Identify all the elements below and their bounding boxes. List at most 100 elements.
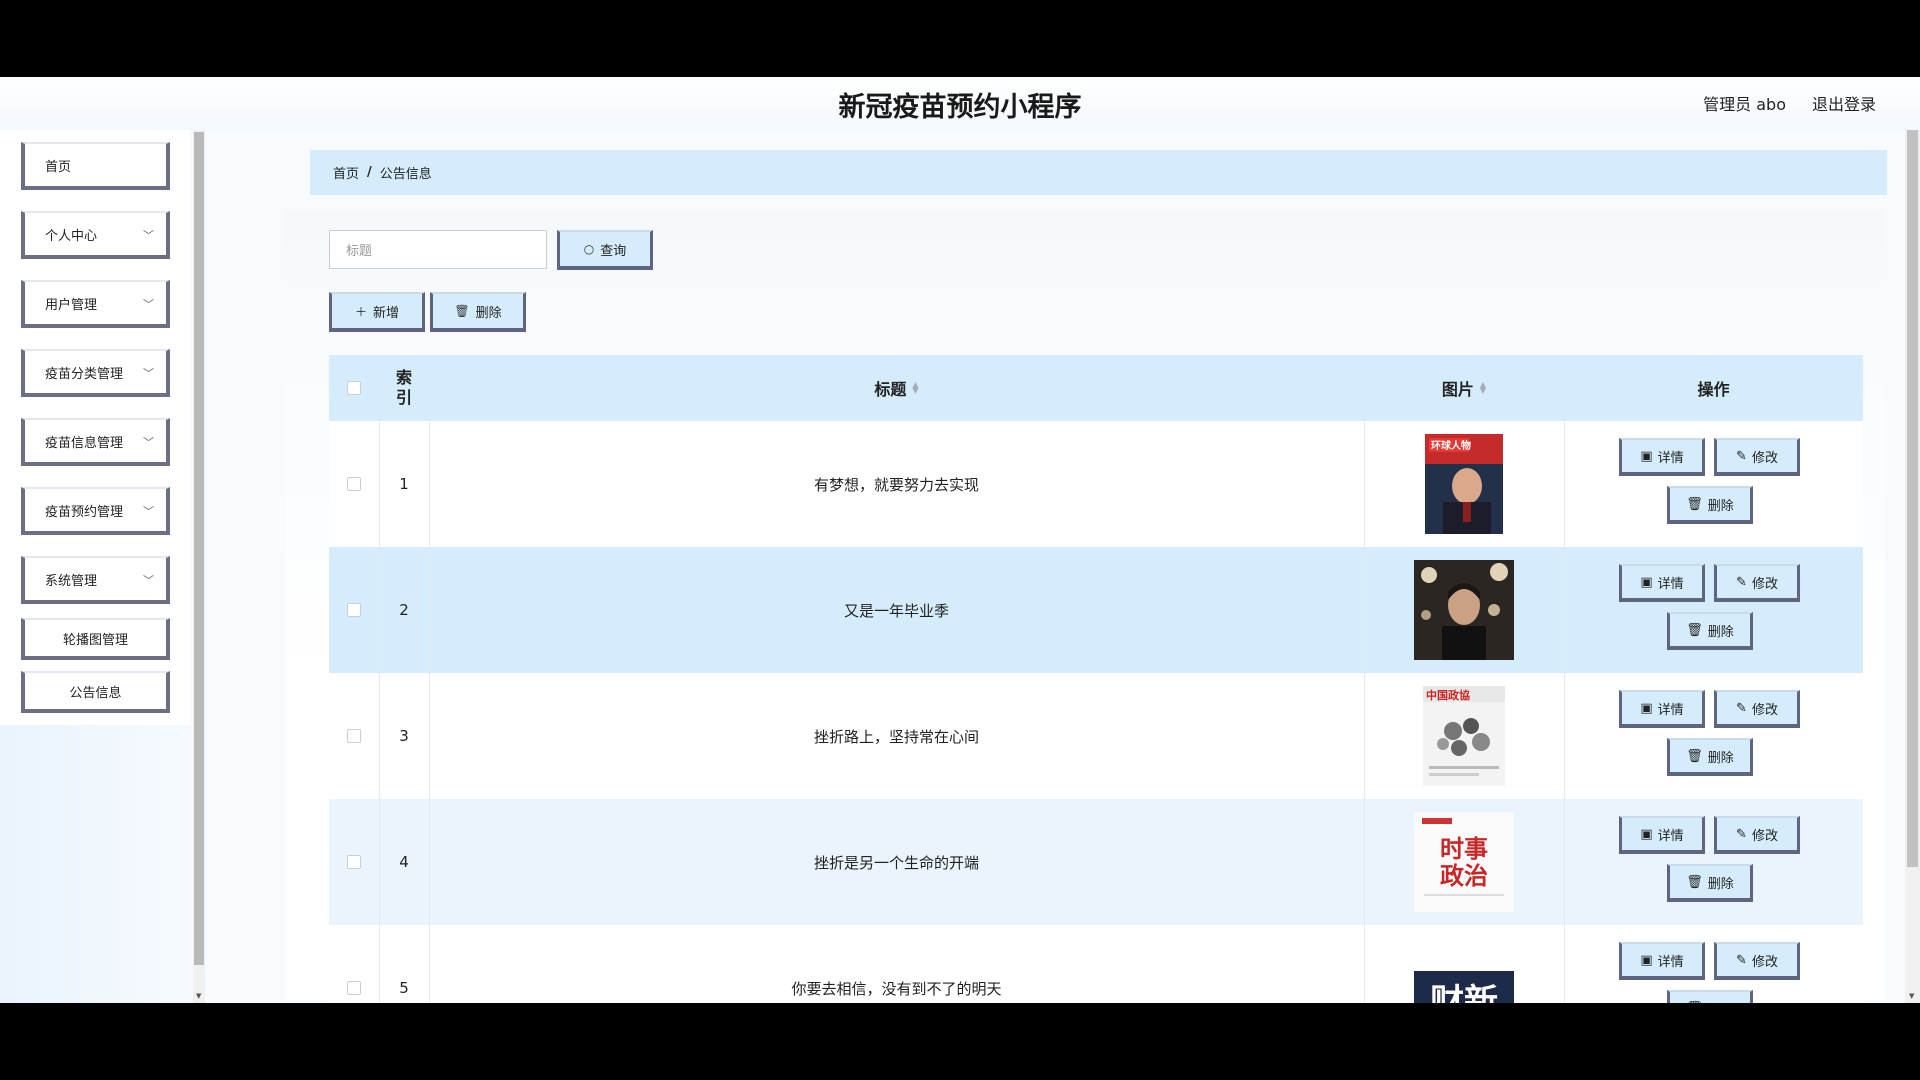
row-select[interactable] (329, 925, 379, 1003)
delete-button[interactable]: 🗑删除 (1667, 612, 1753, 650)
pencil-icon: ✎ (1736, 826, 1747, 842)
plus-icon: ＋ (354, 304, 367, 319)
row-index: 4 (399, 853, 409, 871)
row-select[interactable] (329, 547, 379, 673)
row-select[interactable] (329, 799, 379, 925)
sidebar-item-home[interactable]: 首页 (21, 142, 170, 190)
pencil-icon: ✎ (1736, 700, 1747, 716)
logout-link[interactable]: 退出登录 (1812, 91, 1876, 115)
header-image[interactable]: 图片 ▲ ▼ (1364, 355, 1564, 421)
scroll-down-arrow-icon[interactable]: ▼ (196, 992, 201, 1000)
document-icon: ▣ (1640, 952, 1653, 968)
delete-button[interactable]: 🗑删除 (1667, 486, 1753, 524)
edit-button[interactable]: ✎ 修改 (1714, 690, 1800, 728)
sidebar-item-vaccine-info[interactable]: 疫苗信息管理 ﹀ (21, 418, 170, 466)
row-image-cell: 环球人物 (1364, 421, 1564, 547)
main-scrollbar[interactable]: ▼ (1905, 130, 1920, 1003)
add-button[interactable]: ＋ 新增 (329, 292, 425, 332)
row-checkbox[interactable] (347, 603, 361, 617)
delete-label: 删除 (1707, 498, 1734, 514)
header-index-label: 索引 (395, 368, 412, 407)
edit-label: 修改 (1751, 954, 1778, 970)
row-actions: ▣详情✎修改 🗑删除 (1564, 547, 1863, 673)
document-icon: ▣ (1640, 700, 1653, 716)
row-title: 挫折路上，坚持常在心间 (813, 727, 979, 746)
user-area: 管理员 abo 退出登录 (1703, 91, 1876, 115)
delete-label: 删除 (1707, 876, 1734, 892)
delete-button[interactable]: 🗑删除 (1667, 990, 1753, 1003)
trash-icon: 🗑 (1686, 622, 1703, 638)
sidebar-scroll-thumb[interactable] (194, 132, 204, 965)
table-row: 1 有梦想，就要努力去实现 环球人物 ▣ 详情 ✎ 修改 🗑 删除 (329, 421, 1863, 547)
magazine-cover-image[interactable]: 时事政治 (1414, 812, 1514, 912)
row-title: 又是一年毕业季 (843, 601, 949, 620)
edit-button[interactable]: ✎ 修改 (1714, 564, 1800, 602)
sidebar-item-label: 用户管理 (45, 297, 98, 313)
edit-label: 修改 (1751, 828, 1778, 844)
header-title[interactable]: 标题 ▲ ▼ (429, 355, 1364, 421)
row-checkbox[interactable] (347, 729, 361, 743)
chevron-down-icon: ﹀ (143, 367, 154, 380)
search-input[interactable]: 标题 (329, 230, 547, 269)
cover-title-line2: 政治 (1440, 862, 1488, 890)
select-all-checkbox[interactable] (347, 381, 361, 395)
detail-button[interactable]: ▣ 详情 (1619, 816, 1705, 854)
document-icon: ▣ (1640, 448, 1653, 464)
detail-button[interactable]: ▣ 详情 (1619, 690, 1705, 728)
search-button[interactable]: ○ 查询 (557, 230, 653, 270)
row-select[interactable] (329, 673, 379, 799)
sidebar-menu: 首页 个人中心 ﹀ 用户管理 ﹀ 疫苗分类管理 ﹀ 疫苗信息管理 ﹀ 疫苗预约管理 ﹀ 系… (0, 130, 190, 725)
chevron-down-icon: ﹀ (143, 229, 154, 242)
chevron-down-icon: ﹀ (143, 298, 154, 311)
main-scroll-thumb[interactable] (1907, 130, 1918, 867)
header-select-all[interactable] (329, 355, 379, 421)
row-checkbox[interactable] (347, 477, 361, 491)
detail-button[interactable]: ▣ 详情 (1619, 564, 1705, 602)
row-checkbox[interactable] (347, 855, 361, 869)
breadcrumb-home[interactable]: 首页 (333, 163, 359, 182)
sidebar-item-vaccine-category[interactable]: 疫苗分类管理 ﹀ (21, 349, 170, 397)
sidebar-item-label: 系统管理 (45, 573, 98, 589)
scroll-down-arrow-icon[interactable]: ▼ (1909, 992, 1914, 1000)
magazine-cover-image[interactable]: 中国政協 (1414, 686, 1514, 786)
sidebar-item-carousel[interactable]: 轮播图管理 (21, 618, 170, 660)
main-content: 首页 / 公告信息 标题 ○ 查询 ＋ 新增 🗑 删除 索引 标题 ▲ ▼ 图片 ▲ ▼… (205, 130, 1905, 1003)
row-index: 5 (399, 979, 409, 997)
header-index: 索引 (379, 355, 429, 421)
magazine-cover-image[interactable]: 财新 (1414, 951, 1514, 1003)
bulk-delete-button[interactable]: 🗑 删除 (430, 292, 526, 332)
detail-button[interactable]: ▣ 详情 (1619, 942, 1705, 980)
row-image-cell (1364, 547, 1564, 673)
row-select[interactable] (329, 421, 379, 547)
sort-icon[interactable]: ▲ ▼ (912, 381, 918, 395)
sidebar-item-vaccine-booking[interactable]: 疫苗预约管理 ﹀ (21, 487, 170, 535)
chevron-down-icon: ﹀ (143, 505, 154, 518)
edit-button[interactable]: ✎ 修改 (1714, 942, 1800, 980)
delete-button[interactable]: 🗑删除 (1667, 864, 1753, 902)
sidebar-item-system[interactable]: 系统管理 ﹀ (21, 556, 170, 604)
sidebar-item-announcements[interactable]: 公告信息 (21, 671, 170, 713)
edit-button[interactable]: ✎ 修改 (1714, 438, 1800, 476)
row-index: 3 (399, 727, 409, 745)
pencil-icon: ✎ (1736, 448, 1747, 464)
delete-label: 删除 (1707, 750, 1734, 766)
delete-button[interactable]: 🗑删除 (1667, 738, 1753, 776)
detail-label: 详情 (1657, 954, 1684, 970)
chevron-down-icon: ﹀ (143, 574, 154, 587)
sidebar-scrollbar[interactable]: ▼ (193, 130, 205, 1003)
edit-label: 修改 (1751, 576, 1778, 592)
edit-button[interactable]: ✎ 修改 (1714, 816, 1800, 854)
row-checkbox[interactable] (347, 981, 361, 995)
sidebar-item-user-management[interactable]: 用户管理 ﹀ (21, 280, 170, 328)
detail-label: 详情 (1657, 828, 1684, 844)
row-image-cell: 时事 政治 (1364, 799, 1564, 925)
sidebar-item-personal-center[interactable]: 个人中心 ﹀ (21, 211, 170, 259)
detail-button[interactable]: ▣ 详情 (1619, 438, 1705, 476)
pencil-icon: ✎ (1736, 952, 1747, 968)
magazine-cover-image[interactable]: 环球人物 (1414, 434, 1514, 534)
top-bar: 新冠疫苗预约小程序 管理员 abo 退出登录 (0, 77, 1920, 130)
portrait-photo-image[interactable] (1414, 560, 1514, 660)
header-title-label: 标题 (874, 380, 907, 399)
sort-icon[interactable]: ▲ ▼ (1480, 381, 1486, 395)
current-user: 管理员 abo (1703, 95, 1786, 114)
